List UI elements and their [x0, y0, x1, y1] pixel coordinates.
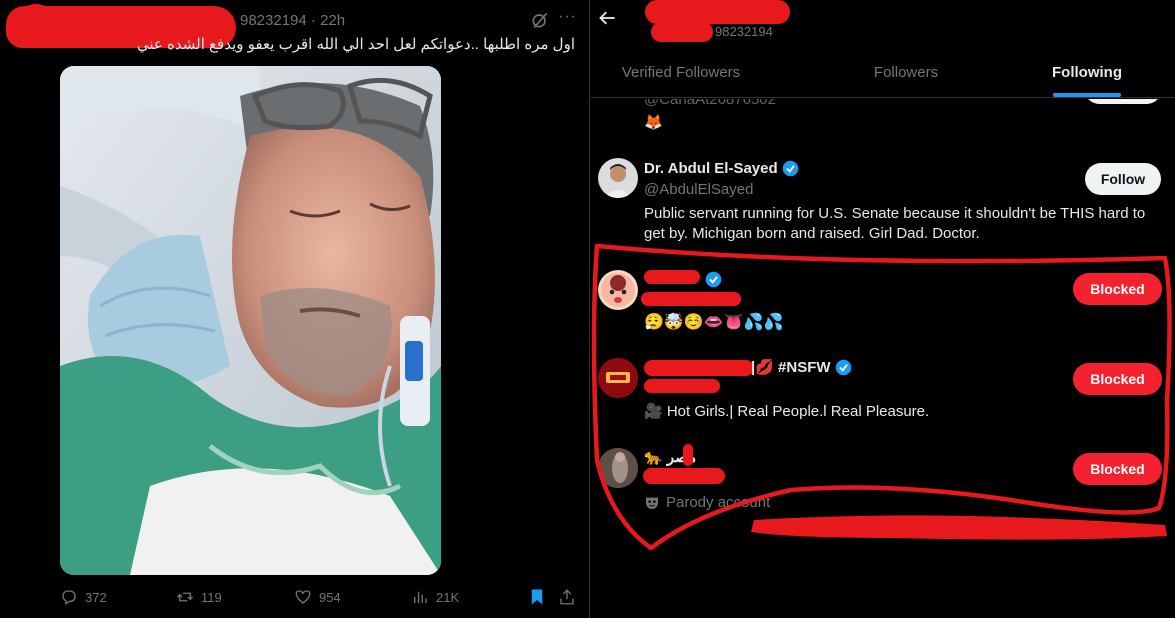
- views-icon: [414, 591, 427, 603]
- like-button[interactable]: 954: [294, 588, 341, 606]
- user-row[interactable]: Dr. Abdul El-Sayed @AbdulElSayed Public …: [591, 158, 1175, 250]
- user-name-row: Dr. Abdul El-Sayed: [644, 160, 799, 177]
- parody-text: Parody account: [666, 494, 771, 511]
- tweet-text: اول مره اطلبها ..دعواتكم لعل احد الي الل…: [136, 36, 575, 53]
- follow-tabs: Verified Followers Followers Following: [591, 46, 1175, 98]
- back-arrow-icon[interactable]: [598, 8, 618, 28]
- redacted-user-name: [683, 444, 693, 466]
- redacted-avatar: [18, 4, 54, 34]
- tweet-actions: 372 119 954 21K: [60, 588, 580, 610]
- verified-badge-icon: [705, 271, 722, 288]
- repost-button[interactable]: 119: [176, 588, 222, 606]
- active-tab-indicator: [1053, 93, 1121, 97]
- user-name[interactable]: Dr. Abdul El-Sayed: [644, 160, 778, 177]
- heart-icon: [295, 590, 311, 604]
- reply-icon: [62, 590, 76, 606]
- tweet-photo[interactable]: [60, 66, 441, 575]
- verified-badge-icon: [782, 160, 798, 177]
- repost-icon: [177, 592, 193, 602]
- redacted-profile-name: [645, 0, 790, 24]
- user-bio: 🎥 Hot Girls.| Real People.l Real Pleasur…: [644, 403, 930, 420]
- follow-button[interactable]: Follow: [1085, 163, 1161, 195]
- avatar[interactable]: [598, 358, 638, 398]
- reply-count: 372: [85, 589, 107, 605]
- previous-user-handle: @CarlaAt26876502: [644, 99, 776, 108]
- bookmark-icon[interactable]: [528, 588, 546, 606]
- redacted-user-name: [644, 360, 754, 376]
- tab-verified-followers[interactable]: Verified Followers: [591, 46, 771, 98]
- avatar[interactable]: [598, 448, 638, 488]
- grok-icon[interactable]: [530, 10, 550, 30]
- tweet-handle-time[interactable]: 98232194 · 22h: [240, 12, 345, 29]
- blocked-button[interactable]: Blocked: [1073, 363, 1162, 395]
- user-bio: 😮‍💨🤯☺️👄👅💦💦: [644, 314, 784, 331]
- blocked-button[interactable]: Blocked: [1073, 453, 1162, 485]
- following-panel: 98232194 Verified Followers Followers Fo…: [591, 0, 1175, 618]
- previous-user-row[interactable]: @CarlaAt26876502 🦊: [591, 99, 1175, 139]
- more-icon[interactable]: ···: [558, 8, 577, 26]
- avatar[interactable]: [598, 270, 638, 310]
- share-icon[interactable]: [558, 588, 576, 606]
- user-handle[interactable]: @AbdulElSayed: [644, 181, 753, 198]
- user-bio: Public servant running for U.S. Senate b…: [644, 205, 1146, 242]
- redacted-user-name: [644, 270, 700, 284]
- user-name-row: |💋 #NSFW: [751, 358, 852, 376]
- user-name-suffix[interactable]: |💋 #NSFW: [751, 358, 831, 376]
- user-row[interactable]: |💋 #NSFW 🎥 Hot Girls.| Real People.l Rea…: [591, 358, 1175, 428]
- tweet-panel: 98232194 · 22h ··· اول مره اطلبها ..دعوا…: [0, 0, 590, 618]
- profile-handle: 98232194: [715, 24, 773, 39]
- views-button[interactable]: 21K: [411, 588, 459, 606]
- avatar[interactable]: [598, 158, 638, 198]
- verified-badge-icon: [835, 359, 851, 375]
- user-row[interactable]: مصر 🐆 Parody account Blocked: [591, 444, 1175, 518]
- previous-user-bio: 🦊: [644, 114, 663, 131]
- redacted-user-handle: [641, 292, 741, 306]
- patient-photo-image: [60, 66, 441, 575]
- previous-user-follow-button[interactable]: [1085, 99, 1161, 104]
- user-row[interactable]: 😮‍💨🤯☺️👄👅💦💦 Blocked: [591, 270, 1175, 340]
- views-count: 21K: [436, 589, 460, 605]
- redacted-user-handle: [643, 468, 725, 484]
- tab-following[interactable]: Following: [997, 46, 1175, 98]
- blocked-button[interactable]: Blocked: [1073, 273, 1162, 305]
- like-count: 954: [319, 589, 341, 605]
- reply-button[interactable]: 372: [60, 588, 107, 606]
- redacted-user-handle: [644, 379, 720, 393]
- repost-count: 119: [201, 589, 222, 605]
- parody-label: Parody account: [644, 494, 770, 511]
- redacted-profile-handle: [651, 22, 713, 42]
- tab-followers[interactable]: Followers: [816, 46, 996, 98]
- mask-icon: [646, 497, 658, 509]
